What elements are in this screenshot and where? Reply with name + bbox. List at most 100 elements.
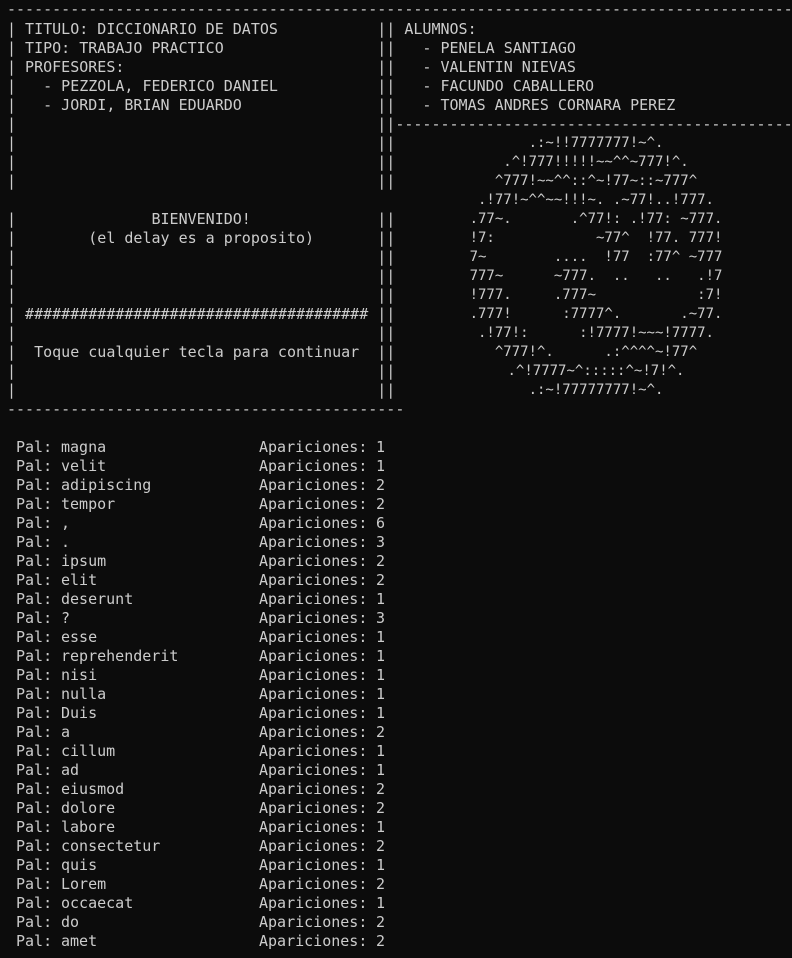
ascii-art-line: .:~!!7777777!~^. [528, 135, 664, 151]
word-value: ad [61, 761, 80, 779]
count-value: 2 [376, 913, 386, 931]
count-label: Apariciones: [259, 818, 368, 836]
word-value: magna [61, 438, 107, 456]
word-count-row: Pal:? Apariciones: 3 [16, 609, 396, 628]
word-value: Duis [61, 704, 98, 722]
word-value: adipiscing [61, 476, 152, 494]
count-label: Apariciones: [259, 476, 368, 494]
word-count-row: Pal: magna Apariciones: 1 [16, 438, 396, 457]
count-label: Apariciones: [259, 913, 368, 931]
count-label: Apariciones: [259, 647, 368, 665]
word-label: Pal: [16, 533, 53, 551]
ascii-art-line: !777. .777~ :7! [469, 287, 723, 303]
word-value: nisi [61, 666, 98, 684]
word-label: Pal: [16, 799, 53, 817]
word-count-row: Pal: adipiscing Apariciones: 2 [16, 476, 396, 495]
word-count-row: Pal: consectetur Apariciones: 2 [16, 837, 396, 856]
word-label: Pal: [16, 913, 53, 931]
count-value: 1 [376, 438, 386, 456]
word-count-row: Pal: tempor Apariciones: 2 [16, 495, 396, 514]
word-value: Lorem [61, 875, 107, 893]
ascii-art-line: ^777!~~^^::^~!77~::~777^ [494, 173, 698, 189]
word-count-row: Pal: deserunt Apariciones: 1 [16, 590, 396, 609]
count-value: 2 [376, 932, 386, 950]
panel-line: | || [7, 153, 396, 171]
panel-line: | || [7, 172, 396, 190]
welcome-line: | BIENVENIDO! || [7, 210, 396, 228]
word-label: Pal: [16, 457, 53, 475]
word-label: Pal: [16, 818, 53, 836]
count-value: 1 [376, 742, 386, 760]
word-value: dolore [61, 799, 116, 817]
word-count-row: Pal: ipsum Apariciones: 2 [16, 552, 396, 571]
word-label: Pal: [16, 647, 53, 665]
count-label: Apariciones: [259, 552, 368, 570]
count-label: Apariciones: [259, 438, 368, 456]
word-label: Pal: [16, 837, 53, 855]
ascii-art-line: .:~!77777777!~^. [528, 382, 664, 398]
count-label: Apariciones: [259, 514, 368, 532]
word-count-row: Pal: ad Apariciones: 1 [16, 761, 396, 780]
ascii-art-line: .!77!: :!7777!~~~!7777. [477, 325, 714, 341]
word-value: cillum [61, 742, 116, 760]
count-label: Apariciones: [259, 932, 368, 950]
word-label: Pal: [16, 723, 53, 741]
count-value: 3 [376, 533, 386, 551]
word-label: Pal: [16, 875, 53, 893]
count-label: Apariciones: [259, 628, 368, 646]
word-label: Pal: [16, 514, 53, 532]
word-label: Pal: [16, 894, 53, 912]
word-label: Pal: [16, 761, 53, 779]
count-value: 1 [376, 856, 386, 874]
word-label: Pal: [16, 571, 53, 589]
word-value: , [61, 514, 71, 532]
word-value: labore [61, 818, 116, 836]
word-count-row: Pal: quis Apariciones: 1 [16, 856, 396, 875]
word-value: deserunt [61, 590, 134, 608]
word-label: Pal: [16, 685, 53, 703]
word-count-row: Pal: elit Apariciones: 2 [16, 571, 396, 590]
press-any-key-prompt: | Toque cualquier tecla para continuar |… [7, 343, 396, 361]
word-count-row: Pal: occaecat Apariciones: 1 [16, 894, 396, 913]
word-count-row: Pal: amet Apariciones: 2 [16, 932, 396, 951]
word-value: eiusmod [61, 780, 125, 798]
delay-note-line: | (el delay es a proposito) || [7, 229, 396, 247]
word-count-list: Pal: magna Apariciones: 1 Pal: velit Aparicion… [16, 438, 396, 951]
count-label: Apariciones: [259, 875, 368, 893]
word-label: Pal: [16, 628, 53, 646]
word-count-row: Pal: velit Apariciones: 1 [16, 457, 396, 476]
word-label: Pal: [16, 476, 53, 494]
count-label: Apariciones: [259, 723, 368, 741]
progress-bar-line: | ######################################… [7, 305, 396, 323]
word-count-row: Pal: cillum Apariciones: 1 [16, 742, 396, 761]
word-label: Pal: [16, 856, 53, 874]
panel-line: | || [7, 362, 396, 380]
type-line: | TIPO: TRABAJO PRACTICO || - PENELA SAN… [7, 39, 792, 57]
count-value: 1 [376, 666, 386, 684]
count-value: 1 [376, 761, 386, 779]
count-label: Apariciones: [259, 799, 368, 817]
word-value: do [61, 913, 80, 931]
count-label: Apariciones: [259, 780, 368, 798]
word-value: consectetur [61, 837, 161, 855]
word-count-row: Pal:, Apariciones: 6 [16, 514, 396, 533]
ascii-art-line: ^777!^. .:^^^^~!77^ [494, 344, 698, 360]
count-value: 2 [376, 476, 386, 494]
word-value: velit [61, 457, 107, 475]
word-value: tempor [61, 495, 116, 513]
ascii-art-logo: .:~!!7777777!~^. .^!777!!!!!~~^^~777!^. … [400, 112, 792, 402]
count-value: 1 [376, 818, 386, 836]
word-value: quis [61, 856, 98, 874]
word-value: elit [61, 571, 98, 589]
count-value: 2 [376, 571, 386, 589]
panel-line: | || [7, 381, 396, 399]
count-value: 1 [376, 590, 386, 608]
word-value: reprehenderit [61, 647, 179, 665]
ascii-art-line: .^!7777~^:::::^~!7!^. [507, 363, 685, 379]
count-value: 2 [376, 780, 386, 798]
count-value: 1 [376, 894, 386, 912]
word-count-row: Pal: Lorem Apariciones: 2 [16, 875, 396, 894]
ascii-art-line: .!77!~^^~~!!!~. .~77!..!777. [477, 192, 714, 208]
count-value: 2 [376, 495, 386, 513]
count-label: Apariciones: [259, 590, 368, 608]
